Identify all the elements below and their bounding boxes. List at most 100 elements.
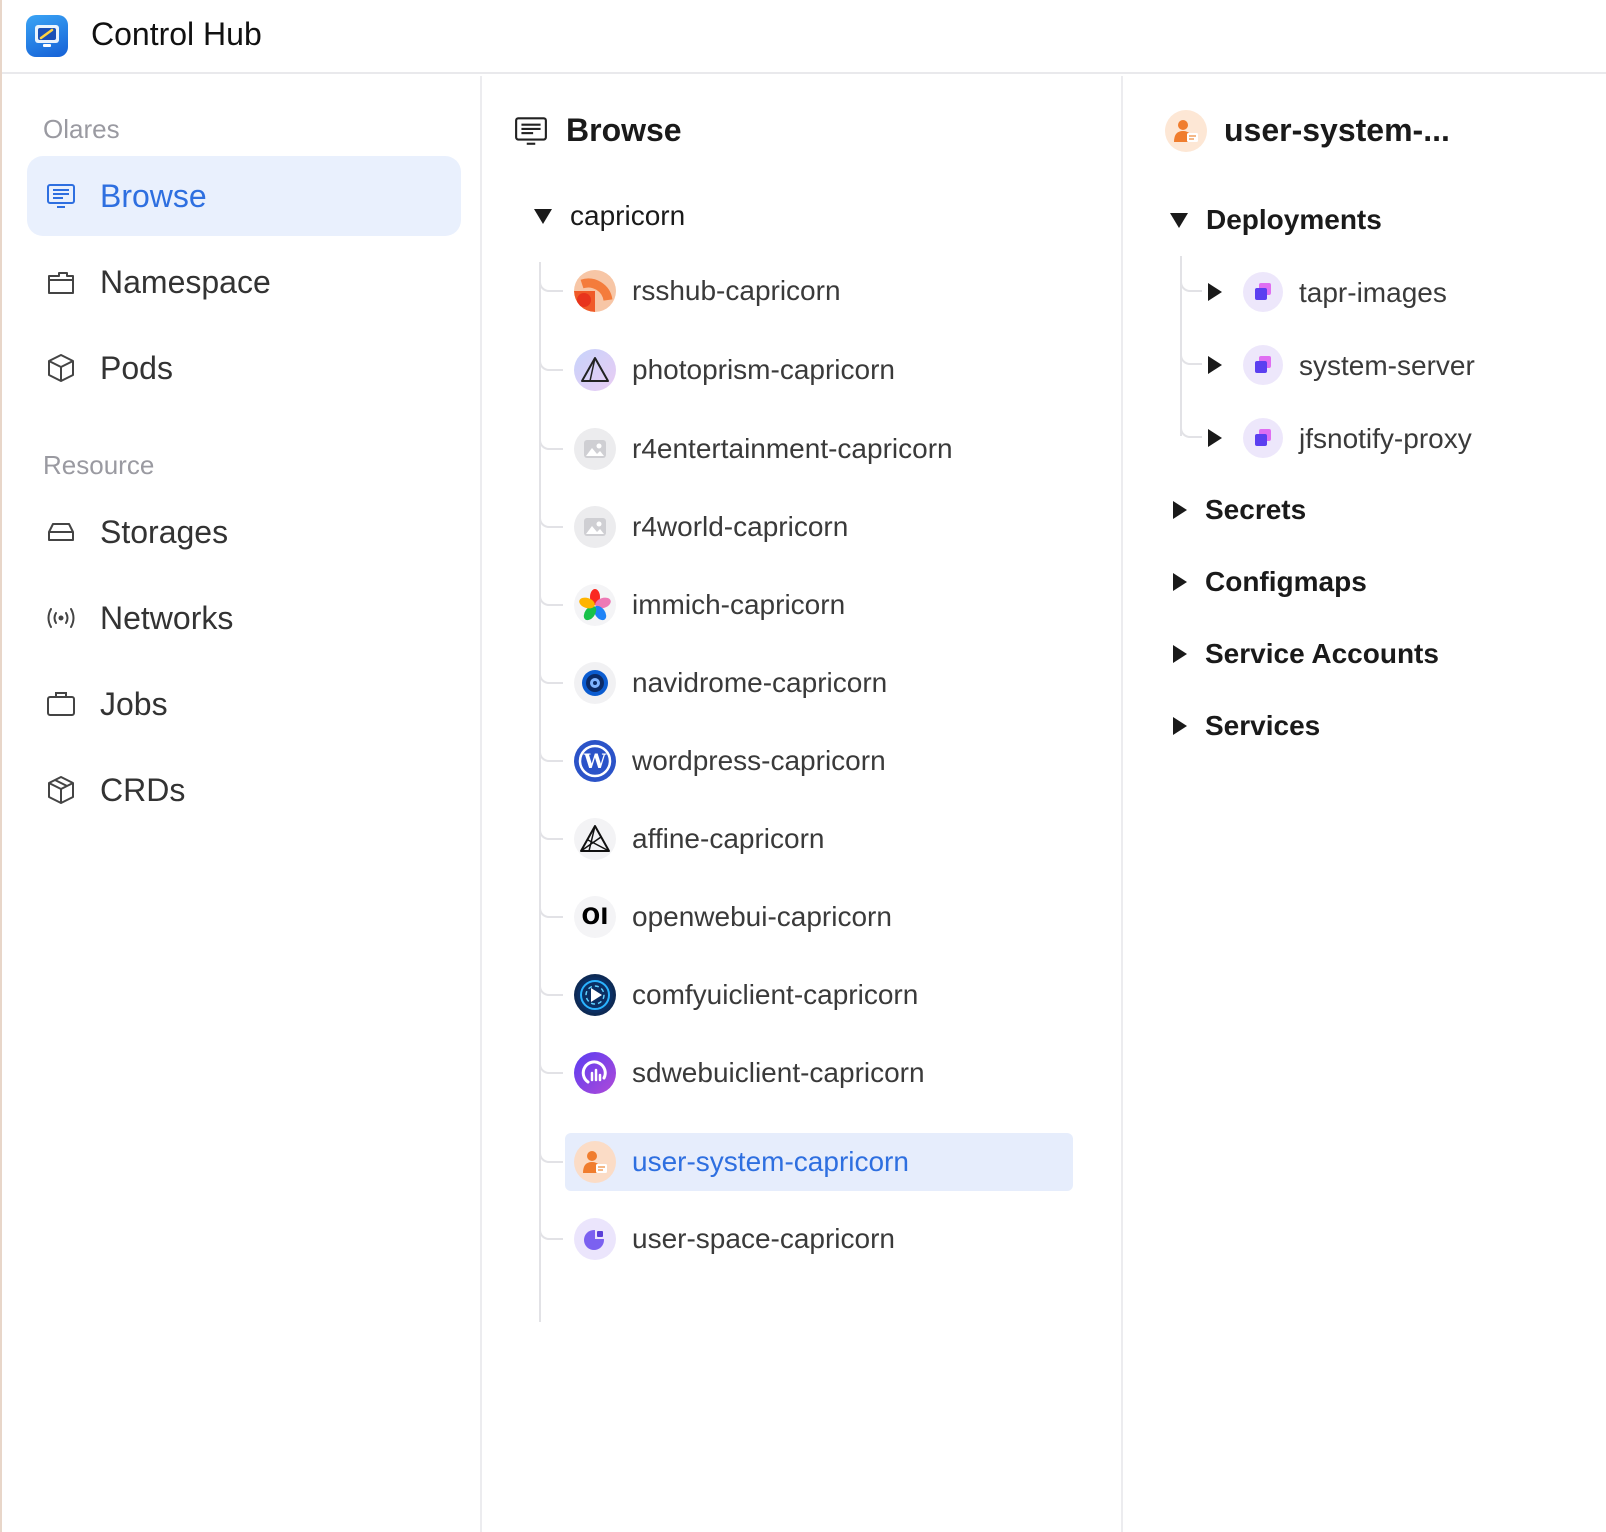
tree-item-wordpress[interactable]: W wordpress-capricorn xyxy=(539,732,1073,790)
deployment-icon xyxy=(1243,418,1283,458)
tree-connector xyxy=(539,744,563,762)
tree-connector xyxy=(1180,274,1202,292)
sidebar-item-storages[interactable]: Storages xyxy=(27,492,461,572)
sidebar-item-jobs[interactable]: Jobs xyxy=(27,664,461,744)
tree-item-r4world[interactable]: r4world-capricorn xyxy=(539,498,1073,556)
monitor-list-icon xyxy=(47,184,75,208)
tree-connector xyxy=(539,1145,563,1163)
group-service-accounts[interactable]: Service Accounts xyxy=(1173,638,1439,670)
tree-item-user-system[interactable]: user-system-capricorn xyxy=(539,1133,1073,1191)
tree-connector-line xyxy=(539,262,541,1322)
section-label-olares: Olares xyxy=(43,114,120,144)
sdwebui-icon xyxy=(574,1052,616,1094)
broadcast-icon xyxy=(47,608,75,628)
cube-icon xyxy=(48,354,74,382)
caret-down-icon[interactable] xyxy=(534,208,552,224)
sidebar: Olares Browse Namespace Pods Resource St… xyxy=(4,76,482,1532)
caret-right-icon[interactable] xyxy=(1173,501,1187,519)
tree-connector xyxy=(539,510,563,528)
tree-item-photoprism[interactable]: photoprism-capricorn xyxy=(539,341,1073,399)
image-placeholder-icon xyxy=(574,428,616,470)
tree-item-sdwebuiclient[interactable]: sdwebuiclient-capricorn xyxy=(539,1044,1073,1102)
tree-item-label: user-space-capricorn xyxy=(632,1223,895,1254)
tree-item-r4entertainment[interactable]: r4entertainment-capricorn xyxy=(539,420,1073,478)
folder-icon xyxy=(48,272,74,294)
photoprism-icon xyxy=(574,349,616,391)
sidebar-item-label: Browse xyxy=(100,177,207,214)
tree-connector xyxy=(1180,347,1202,365)
tree-item-user-space[interactable]: user-space-capricorn xyxy=(539,1210,1073,1268)
deployment-system-server[interactable]: system-server xyxy=(1180,341,1563,391)
sidebar-item-pods[interactable]: Pods xyxy=(27,328,461,408)
tree-item-label: photoprism-capricorn xyxy=(632,354,895,385)
sidebar-item-namespace[interactable]: Namespace xyxy=(27,242,461,322)
monitor-list-icon xyxy=(515,117,547,145)
tree-root-label: capricorn xyxy=(570,200,686,231)
tree-item-affine[interactable]: affine-capricorn xyxy=(539,810,1073,868)
tree-item-label: sdwebuiclient-capricorn xyxy=(632,1057,925,1088)
caret-right-icon[interactable] xyxy=(1208,356,1222,374)
group-services[interactable]: Services xyxy=(1173,710,1320,742)
tree-item-comfyuiclient[interactable]: comfyuiclient-capricorn xyxy=(539,966,1073,1024)
tree-item-openwebui[interactable]: OI openwebui-capricorn xyxy=(539,888,1073,946)
rsshub-icon xyxy=(574,270,616,312)
tree-root-capricorn[interactable]: capricorn xyxy=(534,200,685,232)
deployment-tapr-images[interactable]: tapr-images xyxy=(1180,268,1563,318)
tree-item-label: rsshub-capricorn xyxy=(632,275,841,306)
resource-detail-panel: user-system-... Deployments tapr-images … xyxy=(1123,76,1606,1532)
tree-connector xyxy=(539,900,563,918)
app-title: Control Hub xyxy=(91,16,262,52)
group-label: Deployments xyxy=(1206,204,1382,235)
navidrome-icon xyxy=(574,662,616,704)
tree-connector xyxy=(539,1222,563,1240)
tree-item-label: immich-capricorn xyxy=(632,589,846,620)
group-configmaps[interactable]: Configmaps xyxy=(1173,566,1367,598)
immich-icon xyxy=(574,584,616,626)
tree-item-label: user-system-capricorn xyxy=(632,1146,909,1177)
tree-connector xyxy=(539,588,563,606)
caret-down-icon[interactable] xyxy=(1170,212,1188,228)
user-space-icon xyxy=(574,1218,616,1260)
deployment-label: system-server xyxy=(1299,350,1475,381)
comfyui-icon xyxy=(574,974,616,1016)
tree-item-rsshub[interactable]: rsshub-capricorn xyxy=(539,262,1073,320)
tree-item-navidrome[interactable]: navidrome-capricorn xyxy=(539,654,1073,712)
tree-connector xyxy=(539,1056,563,1074)
tree-item-label: r4entertainment-capricorn xyxy=(632,433,953,464)
group-deployments[interactable]: Deployments xyxy=(1170,204,1382,236)
image-placeholder-icon xyxy=(574,506,616,548)
openwebui-icon-text: OI xyxy=(581,904,609,930)
tree-item-immich[interactable]: immich-capricorn xyxy=(539,576,1073,634)
deployment-jfsnotify-proxy[interactable]: jfsnotify-proxy xyxy=(1180,414,1563,464)
caret-right-icon[interactable] xyxy=(1173,645,1187,663)
caret-right-icon[interactable] xyxy=(1173,573,1187,591)
caret-right-icon[interactable] xyxy=(1208,283,1222,301)
tree-item-label: affine-capricorn xyxy=(632,823,825,854)
cube-icon xyxy=(48,776,74,804)
sidebar-item-label: Pods xyxy=(100,349,173,386)
deployment-label: jfsnotify-proxy xyxy=(1299,423,1472,454)
tree-connector xyxy=(539,353,563,371)
wordpress-icon: W xyxy=(574,740,616,782)
tree-item-label: comfyuiclient-capricorn xyxy=(632,979,919,1010)
sidebar-item-label: Namespace xyxy=(100,263,271,300)
caret-right-icon[interactable] xyxy=(1208,429,1222,447)
openwebui-icon: OI xyxy=(574,896,616,938)
group-label: Services xyxy=(1205,710,1321,741)
group-label: Secrets xyxy=(1205,494,1307,525)
tree-connector xyxy=(539,432,563,450)
sidebar-item-browse[interactable]: Browse xyxy=(27,156,461,236)
sidebar-item-label: Storages xyxy=(100,513,229,550)
deployment-label: tapr-images xyxy=(1299,277,1447,308)
tree-connector xyxy=(539,822,563,840)
title-bar: Control Hub xyxy=(2,0,1606,74)
tree-item-label: r4world-capricorn xyxy=(632,511,849,542)
sidebar-item-networks[interactable]: Networks xyxy=(27,578,461,658)
app-window: Control Hub Olares Browse Namespace Pods… xyxy=(0,0,1606,1532)
panel-title: Browse xyxy=(566,112,682,148)
group-secrets[interactable]: Secrets xyxy=(1173,494,1306,526)
sidebar-item-crds[interactable]: CRDs xyxy=(27,750,461,830)
caret-right-icon[interactable] xyxy=(1173,717,1187,735)
deployment-icon xyxy=(1243,345,1283,385)
briefcase-icon xyxy=(47,692,75,716)
